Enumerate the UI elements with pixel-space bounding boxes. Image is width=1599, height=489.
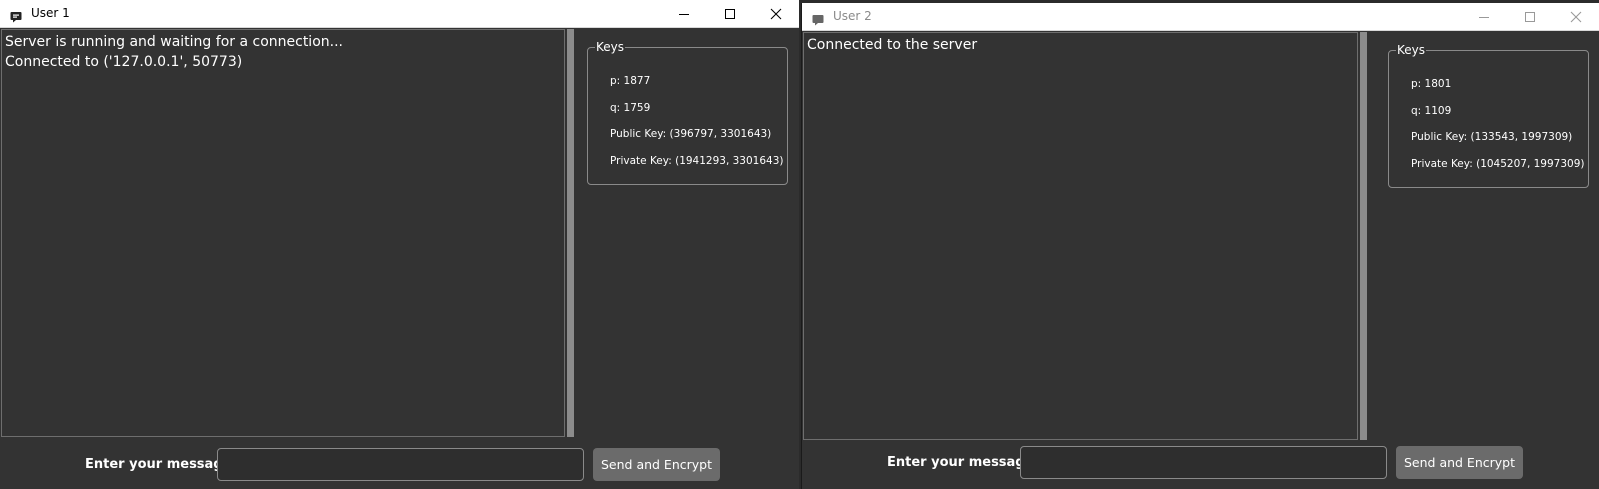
- public-key: Public Key: (133543, 1997309): [1411, 131, 1573, 143]
- window-title: User 2: [833, 9, 872, 23]
- maximize-button[interactable]: [707, 0, 753, 27]
- message-input[interactable]: [217, 448, 584, 481]
- chat-bubble-icon: [812, 11, 824, 26]
- close-button[interactable]: [753, 0, 799, 27]
- keys-legend: Keys: [595, 40, 626, 54]
- public-key: Public Key: (396797, 3301643): [610, 128, 772, 140]
- maximize-icon: [725, 8, 735, 19]
- send-encrypt-button[interactable]: Send and Encrypt: [1396, 446, 1523, 479]
- chat-log[interactable]: Server is running and waiting for a conn…: [1, 29, 565, 437]
- chat-scrollbar[interactable]: [1360, 32, 1367, 440]
- user1-window: User 1 Server is running and waiting for…: [0, 0, 799, 489]
- minimize-button[interactable]: [1461, 3, 1507, 30]
- minimize-button[interactable]: [661, 0, 707, 27]
- chat-scrollbar[interactable]: [567, 29, 574, 437]
- key-q: q: 1109: [1411, 105, 1452, 117]
- chat-line: Connected to ('127.0.0.1', 50773): [5, 54, 243, 70]
- chat-line: Server is running and waiting for a conn…: [5, 34, 343, 50]
- keys-legend: Keys: [1396, 43, 1427, 57]
- private-key: Private Key: (1941293, 3301643): [610, 155, 784, 167]
- user2-window: User 2 Connected to the server Keys p: 1…: [801, 3, 1599, 489]
- title-bar[interactable]: User 2: [802, 3, 1599, 31]
- key-p: p: 1877: [610, 75, 651, 87]
- close-icon: [770, 8, 782, 19]
- chat-line: Connected to the server: [807, 37, 978, 53]
- keys-panel: Keys p: 1877 q: 1759 Public Key: (396797…: [587, 40, 788, 185]
- close-button[interactable]: [1553, 3, 1599, 30]
- message-label: Enter your message:: [85, 457, 237, 472]
- keys-panel: Keys p: 1801 q: 1109 Public Key: (133543…: [1388, 43, 1589, 188]
- chat-log[interactable]: Connected to the server: [803, 32, 1358, 440]
- minimize-icon: [679, 13, 689, 15]
- close-icon: [1570, 11, 1582, 22]
- send-encrypt-button[interactable]: Send and Encrypt: [593, 448, 720, 481]
- message-input[interactable]: [1020, 446, 1387, 479]
- private-key: Private Key: (1045207, 1997309): [1411, 158, 1585, 170]
- title-bar[interactable]: User 1: [0, 0, 799, 28]
- maximize-icon: [1525, 11, 1535, 22]
- key-p: p: 1801: [1411, 78, 1452, 90]
- chat-bubble-icon: [10, 8, 22, 23]
- minimize-icon: [1479, 16, 1489, 18]
- maximize-button[interactable]: [1507, 3, 1553, 30]
- window-title: User 1: [31, 6, 70, 20]
- message-label: Enter your message:: [887, 455, 1039, 470]
- key-q: q: 1759: [610, 102, 651, 114]
